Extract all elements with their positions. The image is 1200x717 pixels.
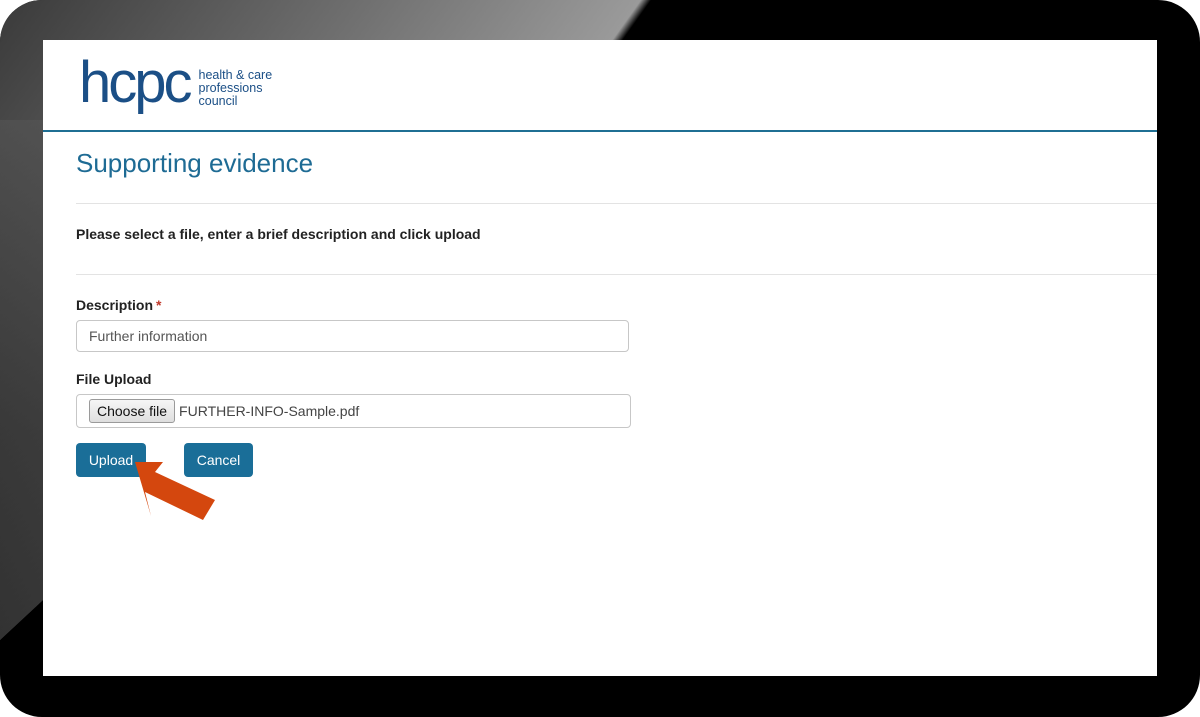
description-label-text: Description — [76, 297, 154, 313]
site-header: hcpc health & care professions council — [43, 40, 1157, 132]
logo-mark: hcpc — [79, 50, 193, 115]
choose-file-button[interactable]: Choose file — [89, 399, 176, 423]
divider-bottom — [76, 274, 1157, 275]
file-upload-label: File Upload — [76, 371, 152, 387]
logo-line-3: council — [198, 94, 238, 108]
description-input[interactable] — [76, 320, 629, 352]
device-frame: hcpc health & care professions council S… — [0, 0, 1200, 717]
selected-file-name: FURTHER-INFO-Sample.pdf — [179, 403, 360, 419]
browser-viewport: hcpc health & care professions council S… — [43, 40, 1157, 676]
logo-tagline: health & care professions council — [199, 69, 273, 108]
description-label: Description * — [76, 297, 161, 313]
pointer-arrow-icon — [135, 462, 215, 520]
instructions-text: Please select a file, enter a brief desc… — [76, 226, 481, 242]
required-marker: * — [156, 297, 162, 313]
file-upload-input[interactable]: Choose file FURTHER-INFO-Sample.pdf — [76, 394, 631, 428]
page-title: Supporting evidence — [76, 148, 314, 178]
hcpc-logo[interactable]: hcpc health & care professions council — [79, 54, 272, 112]
divider-top — [76, 203, 1157, 204]
